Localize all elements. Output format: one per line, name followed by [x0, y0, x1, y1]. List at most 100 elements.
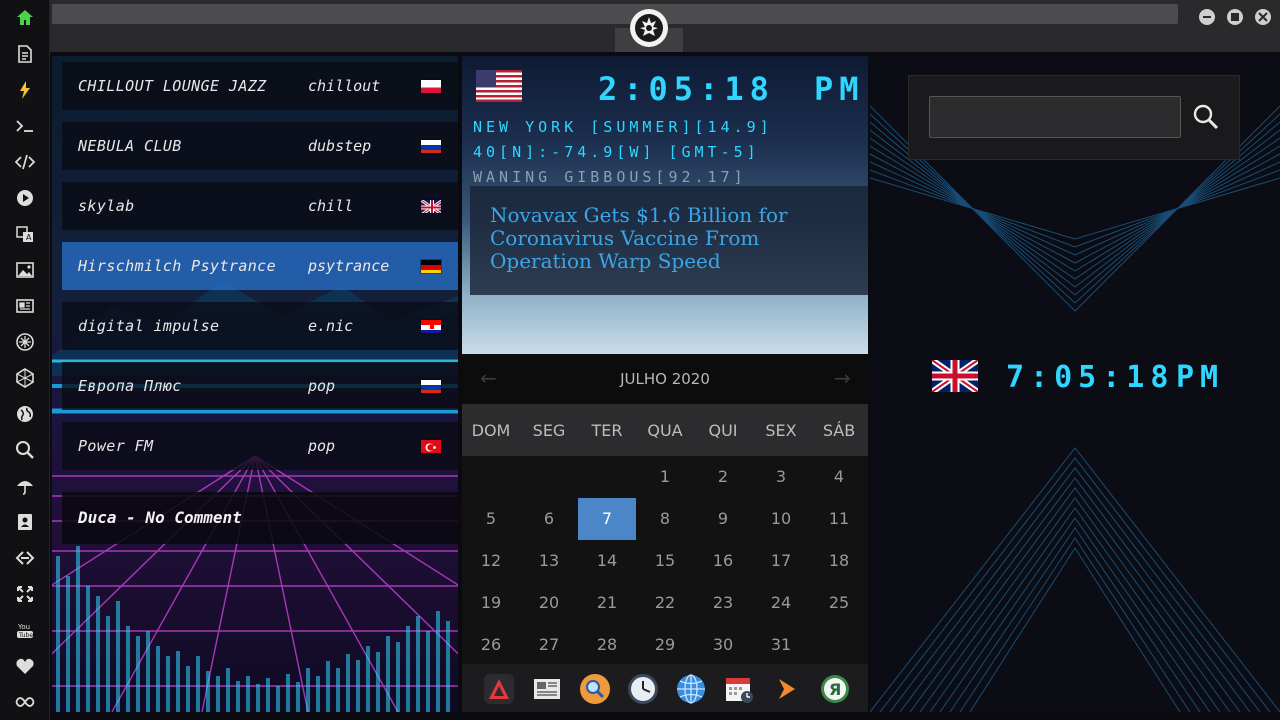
russia-flag-icon	[420, 138, 442, 154]
sidebar: A You Tube	[0, 0, 50, 720]
calendar-day[interactable]: 23	[694, 582, 752, 624]
calendar-day[interactable]: 8	[636, 498, 694, 540]
lightning-icon[interactable]	[9, 74, 41, 106]
radio-panel: CHILLOUT LOUNGE JAZZ chillout NEBULA CLU…	[52, 56, 458, 712]
station-row[interactable]: skylab chill	[62, 182, 458, 230]
calendar-day[interactable]: 10	[752, 498, 810, 540]
news-card[interactable]: Novavax Gets $1.6 Billion for Coronaviru…	[470, 186, 868, 295]
contacts-icon[interactable]	[9, 506, 41, 538]
sun-icon[interactable]	[9, 326, 41, 358]
station-genre: e.nic	[308, 317, 354, 335]
weekday-label: TER	[591, 421, 623, 440]
station-row[interactable]: digital impulse e.nic	[62, 302, 458, 350]
calendar-day[interactable]: 1	[636, 456, 694, 498]
weekday-label: QUA	[647, 421, 683, 440]
code-icon[interactable]	[9, 146, 41, 178]
weekday-label: QUI	[708, 421, 738, 440]
station-row[interactable]: CHILLOUT LOUNGE JAZZ chillout	[62, 62, 458, 110]
station-row[interactable]: NEBULA CLUB dubstep	[62, 122, 458, 170]
globe-icon[interactable]	[9, 398, 41, 430]
calendar-day[interactable]: 2	[694, 456, 752, 498]
infinity-icon[interactable]	[9, 686, 41, 718]
app-a-icon[interactable]	[482, 672, 516, 706]
station-name: Hirschmilch Psytrance	[78, 257, 277, 275]
calendar-day[interactable]: 25	[810, 582, 868, 624]
calendar-weekdays: DOM SEG TER QUA QUI SEX SÁB	[462, 404, 868, 456]
calendar-day-today[interactable]: 7	[578, 498, 636, 540]
arrow-icon[interactable]	[770, 672, 804, 706]
calendar-day[interactable]: 11	[810, 498, 868, 540]
play-icon[interactable]	[9, 182, 41, 214]
address-bar[interactable]	[52, 4, 1178, 24]
newspaper-icon[interactable]	[9, 290, 41, 322]
minimize-button[interactable]	[1199, 9, 1215, 25]
news-headline[interactable]: Novavax Gets $1.6 Billion for Coronaviru…	[490, 203, 788, 273]
station-genre: pop	[308, 377, 336, 395]
image-icon[interactable]	[9, 254, 41, 286]
station-row[interactable]: Европа Плюс pop	[62, 362, 458, 410]
station-name: Power FM	[78, 437, 154, 455]
calendar-day[interactable]: 22	[636, 582, 694, 624]
hexagon-icon[interactable]	[9, 362, 41, 394]
calendar-day[interactable]: 30	[694, 624, 752, 666]
search-input[interactable]	[929, 96, 1181, 138]
calendar-day[interactable]: 28	[578, 624, 636, 666]
terminal-icon[interactable]	[9, 110, 41, 142]
link-icon[interactable]	[9, 542, 41, 574]
calendar-day[interactable]: 17	[752, 540, 810, 582]
search-box	[908, 75, 1240, 160]
calendar-day[interactable]: 21	[578, 582, 636, 624]
station-name: digital impulse	[78, 317, 220, 335]
home-icon[interactable]	[9, 2, 41, 34]
calendar-icon[interactable]	[722, 672, 756, 706]
calendar-day[interactable]: 15	[636, 540, 694, 582]
calendar-day[interactable]: 3	[752, 456, 810, 498]
calendar-header: ← JULHO 2020 →	[462, 354, 868, 404]
calendar-day[interactable]: 13	[520, 540, 578, 582]
ya-icon[interactable]: Я	[818, 672, 852, 706]
calendar-day[interactable]: 27	[520, 624, 578, 666]
weekday-label: DOM	[471, 421, 511, 440]
calendar-day[interactable]: 12	[462, 540, 520, 582]
document-icon[interactable]	[9, 38, 41, 70]
maximize-button[interactable]	[1227, 9, 1243, 25]
calendar-day[interactable]: 18	[810, 540, 868, 582]
calendar-day[interactable]: 20	[520, 582, 578, 624]
search-icon[interactable]	[9, 434, 41, 466]
calendar-day[interactable]: 6	[520, 498, 578, 540]
close-button[interactable]	[1255, 9, 1271, 25]
uk-flag-icon	[420, 198, 442, 214]
translate-icon[interactable]: A	[9, 218, 41, 250]
news-icon[interactable]	[530, 672, 564, 706]
turkey-flag-icon	[420, 438, 442, 454]
uk-clock-ampm: PM	[1176, 360, 1225, 395]
calendar-day[interactable]: 9	[694, 498, 752, 540]
search-icon[interactable]	[578, 672, 612, 706]
station-row[interactable]: Power FM pop	[62, 422, 458, 470]
calendar-day[interactable]: 26	[462, 624, 520, 666]
heart-icon[interactable]	[9, 650, 41, 682]
poland-flag-icon	[420, 78, 442, 94]
search-icon[interactable]	[1189, 100, 1223, 134]
calendar-day[interactable]: 14	[578, 540, 636, 582]
station-row-active[interactable]: Hirschmilch Psytrance psytrance	[62, 242, 458, 290]
umbrella-icon[interactable]	[9, 470, 41, 502]
calendar-day[interactable]: 24	[752, 582, 810, 624]
calendar-day[interactable]: 31	[752, 624, 810, 666]
globe-icon[interactable]	[674, 672, 708, 706]
weekday-label: SEX	[765, 421, 797, 440]
next-month-icon[interactable]: →	[834, 366, 851, 390]
calendar-day[interactable]: 16	[694, 540, 752, 582]
calendar-day[interactable]: 19	[462, 582, 520, 624]
calendar-day[interactable]: 29	[636, 624, 694, 666]
calendar-month-label: JULHO 2020	[620, 370, 710, 388]
svg-text:Tube: Tube	[18, 632, 33, 639]
rebel-emblem-icon[interactable]	[630, 9, 668, 47]
world-clock-panel: 2:05:18 PM NEW YORK [SUMMER][14.9] 40[N]…	[462, 56, 868, 354]
youtube-icon[interactable]: You Tube	[9, 614, 41, 646]
moon-phase-line: WANING GIBBOUS[92.17]	[473, 168, 747, 186]
fullscreen-icon[interactable]	[9, 578, 41, 610]
calendar-day[interactable]: 4	[810, 456, 868, 498]
calendar-day[interactable]: 5	[462, 498, 520, 540]
clock-icon[interactable]	[626, 672, 660, 706]
